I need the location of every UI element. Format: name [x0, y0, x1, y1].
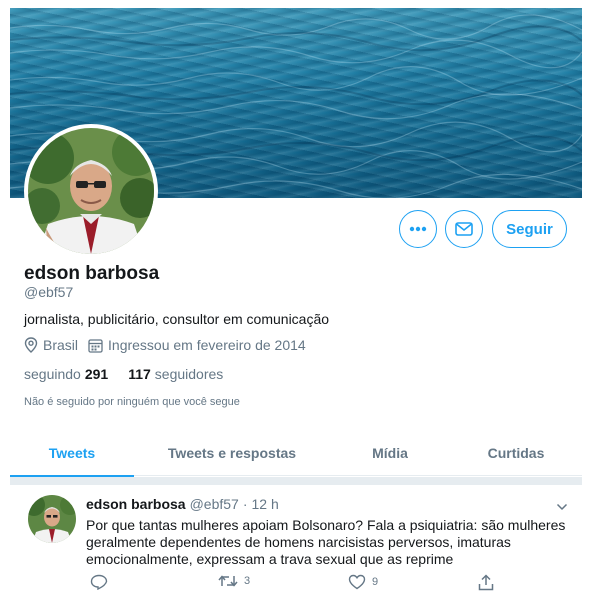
message-button[interactable] [445, 210, 483, 248]
profile-meta: Brasil Ingressou em fevereiro de 2014 [24, 337, 316, 353]
follow-stats: seguindo 291 117 seguidores [24, 366, 243, 382]
follow-button[interactable]: Seguir [492, 210, 567, 248]
following-label: seguindo [24, 366, 81, 382]
tweet-timestamp[interactable]: 12 h [252, 496, 279, 512]
profile-avatar[interactable] [24, 124, 158, 258]
profile-name: edson barbosa [24, 263, 160, 284]
tweet-actions: 3 9 [82, 574, 502, 594]
more-icon [409, 226, 427, 232]
location-text: Brasil [43, 337, 79, 353]
tweet-avatar-photo [28, 495, 76, 543]
like-action[interactable]: 9 [348, 574, 378, 590]
calendar-icon [88, 338, 103, 353]
profile-handle: @ebf57 [24, 284, 74, 300]
tweet[interactable]: edson barbosa @ebf57 · 12 h Por que tant… [10, 485, 582, 596]
profile-tabs: Tweets Tweets e respostas Mídia Curtidas [10, 430, 582, 477]
following-link[interactable]: seguindo 291 [24, 366, 108, 382]
location-item: Brasil [24, 337, 78, 353]
tweet-menu-button[interactable] [556, 498, 568, 516]
share-action[interactable] [478, 574, 500, 591]
not-followed-note: Não é seguido por ninguém que você segue [24, 396, 240, 408]
profile-page: Seguir edson barbosa @ebf57 jornalista, … [10, 8, 582, 596]
tab-likes[interactable]: Curtidas [450, 430, 582, 476]
tab-tweets[interactable]: Tweets [10, 430, 134, 477]
tab-tweets-and-replies[interactable]: Tweets e respostas [134, 430, 330, 476]
joined-item: Ingressou em fevereiro de 2014 [88, 337, 306, 353]
followers-count: 117 [128, 366, 151, 382]
followers-link[interactable]: 117 seguidores [128, 366, 223, 382]
retweet-action[interactable]: 3 [218, 574, 250, 588]
timeline-separator [10, 477, 582, 485]
location-pin-icon [24, 337, 38, 353]
followers-label: seguidores [154, 366, 224, 382]
following-count: 291 [84, 366, 109, 382]
avatar-photo [28, 128, 154, 254]
retweet-icon [218, 575, 238, 587]
reply-icon [90, 574, 108, 590]
retweet-count: 3 [244, 575, 251, 587]
share-icon [478, 574, 494, 591]
tab-media[interactable]: Mídia [330, 430, 450, 476]
more-options-button[interactable] [399, 210, 437, 248]
joined-text: Ingressou em fevereiro de 2014 [108, 337, 306, 353]
profile-bio: jornalista, publicitário, consultor em c… [24, 311, 330, 327]
tweet-text: Por que tantas mulheres apoiam Bolsonaro… [86, 517, 566, 567]
reply-action[interactable] [90, 574, 114, 590]
tweet-author-handle[interactable]: @ebf57 [190, 496, 239, 512]
like-count: 9 [372, 576, 379, 588]
tweet-avatar[interactable] [28, 495, 76, 543]
tweet-header: edson barbosa @ebf57 · 12 h [86, 496, 283, 512]
envelope-icon [455, 222, 473, 236]
chevron-down-icon [556, 503, 568, 511]
tweet-separator-dot: · [242, 496, 248, 512]
tweet-author-name[interactable]: edson barbosa [86, 496, 186, 512]
heart-icon [348, 574, 366, 590]
